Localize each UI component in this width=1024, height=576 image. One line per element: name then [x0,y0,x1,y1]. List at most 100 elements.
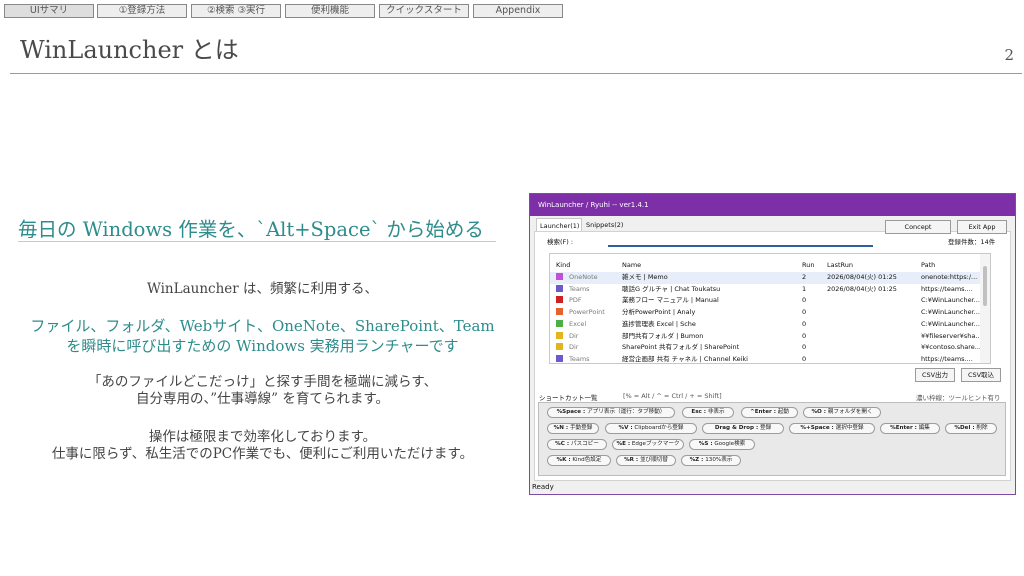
cell-run: 0 [802,343,807,352]
cell-name: 業務フロー マニュアル | Manual [622,296,719,305]
cell-path: ¥¥fileserver¥sha... [921,331,982,340]
benefit-text: 「あのファイルどこだっけ」と探す手間を極端に減らす、 自分専用の、”仕事導線” … [10,374,515,408]
shortcut-pill: Esc : 非表示 [682,407,734,418]
exit-app-button[interactable]: Exit App [957,220,1007,234]
cell-kind: PDF [556,295,616,307]
cell-path: C:¥WinLauncher... [921,296,980,305]
cell-run: 0 [802,354,807,363]
launcher-panel: Concept Exit App 検索(F) : 登録件数：14件 Kind N… [534,220,1011,481]
cell-run: 1 [802,284,807,293]
table-row[interactable]: PowerPoint 分析PowerPoint | Analy 0 C:¥WinLau… [550,307,980,319]
search-input[interactable] [608,233,873,247]
table-row[interactable]: Teams 聴話G グルチャ | Chat Toukatsu 1 2026/08/04… [550,284,980,296]
shortcut-pill: %Del : 削除 [945,423,997,434]
window-title: WinLauncher / Ryuhi -- ver1.4.1 [530,194,1015,216]
tab-quickstart[interactable]: クイックスタート [379,4,469,18]
cell-name: SharePoint 共有フォルダ | SharePoint [622,343,740,352]
page-number: 2 [1004,46,1014,64]
cell-run: 2 [802,273,807,281]
kind-label: Excel [569,319,587,328]
shortcut-pill: %+Space : 選択中登録 [789,423,875,434]
shortcut-pill: ^Enter : 起動 [741,407,798,418]
search-label: 検索(F) : [547,238,574,246]
column-run[interactable]: Run [802,260,822,272]
shortcut-pill: %E : Edgeブックマーク [612,439,684,450]
cell-run: 0 [802,319,807,328]
grid-scrollbar[interactable] [980,254,990,363]
csv-export-button[interactable]: CSV出力 [915,368,955,382]
scrollbar-thumb[interactable] [983,266,987,306]
shortcut-pill: %K : Kind色設定 [547,455,611,466]
kind-label: PDF [569,296,582,305]
cell-kind: Teams [556,284,616,296]
kind-color-swatch [556,354,563,362]
table-row[interactable]: Excel 進捗管理表 Excel | Sche 0 C:¥WinLauncher..… [550,319,980,331]
page-title: WinLauncher とは [20,36,239,64]
tab-features[interactable]: 便利機能 [285,4,375,18]
purpose-text: ファイル、フォルダ、Webサイト、OneNote、SharePoint、Team… [10,316,515,356]
kind-label: Teams [569,284,590,293]
cell-name: 聴話G グルチャ | Chat Toukatsu [622,284,721,293]
body-line: WinLauncher は、頻繁に利用する、 [146,281,379,297]
cell-path: C:¥WinLauncher... [921,319,980,328]
concept-button[interactable]: Concept [885,220,951,234]
shortcut-pill: %V : Clipboardから登録 [605,423,697,434]
body-line: 自分専用の、”仕事導線” を育てられます。 [136,391,389,407]
tab-registration[interactable]: ①登録方法 [97,4,187,18]
tab-launcher[interactable]: Launcher(1) [536,218,582,232]
table-row[interactable]: Dir 部門共有フォルダ | Bumon 0 ¥¥fileserver¥sha... [550,331,982,343]
body-line: 操作は極限まで効率化しております。 [148,429,377,445]
intro-text: WinLauncher は、頻繁に利用する、 [10,281,515,298]
table-row[interactable]: Dir SharePoint 共有フォルダ | SharePoint 0 ¥¥cont… [550,342,981,354]
cell-kind: Teams [556,354,616,363]
launcher-grid: Kind Name Run LastRun Path OneNote 雑メモ | … [549,253,991,364]
cell-name: 分析PowerPoint | Analy [622,308,696,317]
shortcut-pill: %Space : アプリ表示（運行：タブ移動） [547,407,675,418]
tab-search-run[interactable]: ②検索 ③実行 [191,4,281,18]
cell-name: 経営企画部 共有 チャネル | Channel Keiki [622,354,748,363]
kind-label: Teams [569,354,590,363]
table-row[interactable]: PDF 業務フロー マニュアル | Manual 0 C:¥WinLauncher..… [550,295,980,307]
headline-underline [18,241,496,242]
title-divider [10,73,1022,74]
cell-name: 雑メモ | Memo [622,273,668,281]
column-lastrun[interactable]: LastRun [827,260,922,272]
cell-path: ¥¥contoso.share... [921,343,981,352]
column-kind[interactable]: Kind [556,260,616,272]
kind-label: Dir [569,343,579,352]
table-row[interactable]: Teams 経営企画部 共有 チャネル | Channel Keiki 0 https… [550,354,980,363]
cell-lastrun: 2026/08/04(火) 01:25 [827,273,897,281]
csv-import-button[interactable]: CSV取込 [961,368,1001,382]
column-name[interactable]: Name [622,260,800,272]
status-bar: Ready [532,483,554,491]
body-line: 仕事に限らず、私生活でのPC作業でも、便利にご利用いただけます。 [51,446,474,462]
shortcut-pill: %Z : 130%表示 [681,455,741,466]
kind-color-swatch [556,308,563,316]
cell-name: 進捗管理表 Excel | Sche [622,319,696,328]
kind-color-swatch [556,319,563,327]
cell-lastrun: 2026/08/04(火) 01:25 [827,284,897,293]
shortcut-title: ショートカット一覧 [539,394,598,402]
grid-header: Kind Name Run LastRun Path [550,260,980,272]
shortcut-pill: %Enter : 編集 [880,423,940,434]
shortcut-hint: 濃い枠線：ツールヒント有り [916,394,1001,402]
tab-ui-summary[interactable]: UIサマリ [4,4,94,18]
shortcut-list: %Space : アプリ表示（運行：タブ移動） Esc : 非表示 ^Enter… [538,402,1006,476]
shortcut-pill: %R : 並び順切替 [616,455,676,466]
cell-run: 0 [802,331,807,340]
shortcut-pill: Drag & Drop : 登録 [702,423,784,434]
headline: 毎日の Windows 作業を、`Alt+Space` から始める [18,218,484,241]
cell-kind: Excel [556,319,616,331]
cell-path: C:¥WinLauncher... [921,308,980,317]
shortcut-pill: %N : 手動登録 [547,423,599,434]
cell-run: 0 [802,296,807,305]
tab-appendix[interactable]: Appendix [473,4,563,18]
cell-name: 部門共有フォルダ | Bumon [622,331,704,340]
table-row[interactable]: OneNote 雑メモ | Memo 2 2026/08/04(火) 01:25 one… [550,272,980,284]
tab-snippets[interactable]: Snippets(2) [583,218,627,232]
column-path[interactable]: Path [921,260,987,272]
cell-path: https://teams.... [921,354,973,363]
body-line: ファイル、フォルダ、Webサイト、OneNote、SharePoint、Team [30,317,495,335]
cell-kind: PowerPoint [556,307,616,319]
kind-label: Dir [569,331,579,340]
